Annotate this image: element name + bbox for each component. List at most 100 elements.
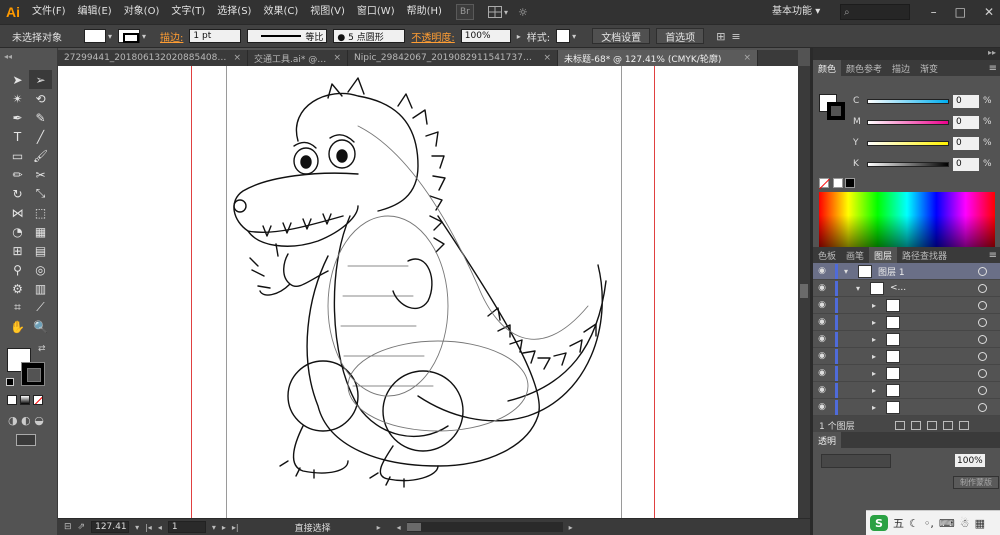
punctuation-icon[interactable]: ◦,	[924, 517, 934, 530]
visibility-eye-icon[interactable]: ◉	[813, 283, 831, 293]
delete-layer-icon[interactable]	[959, 420, 969, 430]
menu-item-7[interactable]: 窗口(W)	[351, 0, 401, 24]
eyedropper-tool-icon[interactable]: ⚲	[6, 260, 29, 279]
visibility-eye-icon[interactable]: ◉	[813, 334, 831, 344]
expand-triangle-icon[interactable]: ▸	[872, 403, 882, 412]
ime-mode-label[interactable]: 五	[893, 515, 904, 531]
layer-row[interactable]: ◉ ▸	[813, 399, 1000, 416]
next-artboard-icon[interactable]: ▸	[222, 523, 226, 532]
drawing-modes-icon[interactable]: ◑ ◐ ◒	[8, 414, 44, 427]
color-mode-icon[interactable]	[7, 395, 17, 405]
target-circle-icon[interactable]	[978, 385, 987, 395]
visibility-eye-icon[interactable]: ◉	[813, 402, 831, 412]
layer-row[interactable]: ◉ ▸	[813, 314, 1000, 331]
gradient-tool-icon[interactable]: ▤	[29, 241, 52, 260]
target-circle-icon[interactable]	[978, 402, 987, 412]
layer-row[interactable]: ◉ ▾ <...	[813, 280, 1000, 297]
collapse-dock-icon[interactable]: ▸▸	[813, 48, 1000, 60]
maximize-button[interactable]: □	[955, 0, 966, 24]
first-artboard-icon[interactable]: |◂	[145, 523, 152, 532]
target-circle-icon[interactable]	[978, 317, 987, 327]
locate-object-icon[interactable]	[895, 420, 905, 430]
scrollbar-thumb[interactable]	[406, 523, 421, 531]
visibility-eye-icon[interactable]: ◉	[813, 368, 831, 378]
layer-row[interactable]: ◉ ▸	[813, 382, 1000, 399]
channel-slider[interactable]	[867, 161, 949, 167]
magic-wand-tool-icon[interactable]: ✴	[6, 89, 29, 108]
skin-icon[interactable]: ☃	[960, 517, 970, 530]
toolbox-icon[interactable]: ▦	[975, 517, 985, 530]
panel-menu-icon[interactable]: ≡	[731, 30, 740, 43]
layer-row[interactable]: ◉ ▸	[813, 297, 1000, 314]
menu-item-4[interactable]: 选择(S)	[211, 0, 257, 24]
preferences-button[interactable]: 首选项	[656, 28, 705, 44]
channel-value-field[interactable]: 0	[953, 94, 979, 108]
make-mask-button[interactable]: 制作蒙版	[953, 476, 999, 489]
target-circle-icon[interactable]	[978, 368, 987, 378]
menu-item-2[interactable]: 对象(O)	[118, 0, 166, 24]
mesh-tool-icon[interactable]: ⊞	[6, 241, 29, 260]
white-swatch[interactable]	[833, 178, 843, 188]
swap-fill-stroke-icon[interactable]: ⇄	[38, 344, 46, 354]
search-input[interactable]: ⌕	[840, 4, 910, 20]
document-tab[interactable]: 未标题-68* @ 127.41% (CMYK/轮廓) ×	[558, 50, 758, 66]
menu-item-1[interactable]: 编辑(E)	[72, 0, 118, 24]
visibility-eye-icon[interactable]: ◉	[813, 317, 831, 327]
layer-row[interactable]: ◉ ▾ 图层 1	[813, 263, 1000, 280]
zoom-tool-icon[interactable]: 🔍	[29, 317, 52, 336]
close-tab-icon[interactable]: ×	[543, 53, 551, 63]
close-button[interactable]: ✕	[984, 0, 994, 24]
new-sublayer-icon[interactable]	[927, 420, 937, 430]
channel-slider[interactable]	[867, 98, 949, 104]
variable-width-profile[interactable]: 等比	[247, 29, 328, 43]
status-menu-icon[interactable]: ▸	[377, 523, 381, 532]
lasso-tool-icon[interactable]: ⟲	[29, 89, 52, 108]
panel-tab[interactable]: 颜色	[813, 60, 842, 76]
close-tab-icon[interactable]: ×	[333, 53, 341, 63]
panel-tab[interactable]: 画笔	[841, 247, 869, 263]
expand-triangle-icon[interactable]: ▾	[856, 284, 866, 293]
last-artboard-icon[interactable]: ▸|	[232, 523, 239, 532]
none-swatch[interactable]	[819, 178, 829, 188]
expand-triangle-icon[interactable]: ▸	[872, 301, 882, 310]
vertical-scrollbar[interactable]	[798, 66, 810, 518]
visibility-eye-icon[interactable]: ◉	[813, 300, 831, 310]
chevron-down-icon[interactable]: ▾	[108, 32, 112, 41]
graphic-style-swatch[interactable]	[556, 29, 571, 43]
visibility-eye-icon[interactable]: ◉	[813, 351, 831, 361]
scrollbar-thumb[interactable]	[800, 284, 808, 298]
expand-triangle-icon[interactable]: ▸	[872, 386, 882, 395]
artboard-tool-icon[interactable]: ⌗	[6, 298, 29, 317]
screen-mode-icon[interactable]	[16, 434, 36, 446]
chevron-down-icon[interactable]: ▾	[135, 523, 139, 532]
close-tab-icon[interactable]: ×	[743, 53, 751, 63]
type-tool-icon[interactable]: T	[6, 127, 29, 146]
chevron-right-icon[interactable]: ▸	[517, 32, 521, 41]
color-spectrum[interactable]	[819, 192, 995, 250]
expand-triangle-icon[interactable]: ▸	[872, 352, 882, 361]
layer-row[interactable]: ◉ ▸	[813, 331, 1000, 348]
fill-swatch[interactable]	[84, 29, 106, 43]
curvature-tool-icon[interactable]: ✎	[29, 108, 52, 127]
collapse-panel-icon[interactable]: ◂◂	[4, 52, 12, 61]
menu-item-8[interactable]: 帮助(H)	[401, 0, 448, 24]
expand-triangle-icon[interactable]: ▸	[872, 335, 882, 344]
artboard-canvas[interactable]	[58, 66, 798, 518]
width-tool-icon[interactable]: ⋈	[6, 203, 29, 222]
keyboard-icon[interactable]: ⌨	[939, 517, 955, 530]
zoom-field[interactable]: 127.41	[91, 521, 130, 533]
arrange-documents-icon[interactable]	[487, 6, 502, 18]
sogou-ime-logo[interactable]: S	[870, 515, 888, 531]
bridge-button[interactable]: Br	[455, 4, 474, 20]
perspective-grid-tool-icon[interactable]: ▦	[29, 222, 52, 241]
share-icon[interactable]: ⇗	[78, 522, 86, 532]
shape-builder-tool-icon[interactable]: ◔	[6, 222, 29, 241]
black-swatch[interactable]	[845, 178, 855, 188]
channel-value-field[interactable]: 0	[953, 115, 979, 129]
scissors-tool-icon[interactable]: ✂	[29, 165, 52, 184]
expand-triangle-icon[interactable]: ▸	[872, 369, 882, 378]
free-transform-tool-icon[interactable]: ⬚	[29, 203, 52, 222]
document-tab[interactable]: 27299441_201806132020885408...ai* ×	[58, 50, 248, 66]
document-tab[interactable]: Nipic_29842067_20190829115417377000.ai* ×	[348, 50, 558, 66]
layer-row[interactable]: ◉ ▸	[813, 348, 1000, 365]
